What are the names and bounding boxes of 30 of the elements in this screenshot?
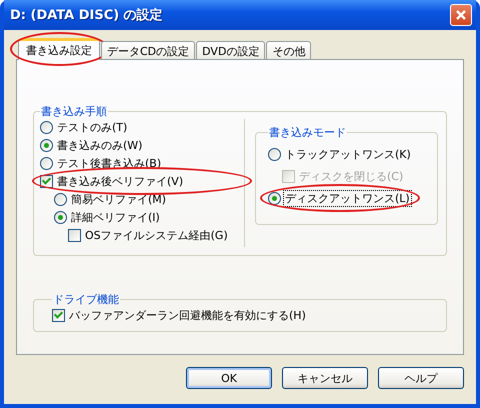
tab[interactable]: その他 <box>266 41 312 60</box>
group-title: 書き込み手順 <box>40 104 108 119</box>
group-title: 書き込みモード <box>268 125 347 140</box>
radio-button[interactable]: トラックアットワンス(K) <box>268 146 412 162</box>
radio-button[interactable]: テストのみ(T) <box>40 119 244 135</box>
checkbox-label: 書き込み後ベリファイ(V) <box>56 174 184 188</box>
checkbox[interactable]: 書き込み後ベリファイ(V) <box>40 173 184 189</box>
radio-label: 簡易ベリファイ(M) <box>70 192 168 206</box>
close-icon <box>455 9 467 21</box>
tab[interactable]: 書き込み設定 <box>18 38 100 60</box>
checkbox[interactable]: OSファイルシステム経由(G) <box>68 227 244 243</box>
radio-button[interactable]: ディスクアットワンス(L) <box>268 190 411 206</box>
radio-label: トラックアットワンス(K) <box>284 146 412 162</box>
tab[interactable]: DVDの設定 <box>196 41 266 60</box>
dialog-button[interactable]: ヘルプ <box>378 367 464 389</box>
radio-button[interactable]: 詳細ベリファイ(I) <box>54 209 244 225</box>
dialog-button[interactable]: OK <box>186 367 272 389</box>
close-button[interactable] <box>450 4 472 26</box>
group-title: ドライブ機能 <box>52 292 120 307</box>
radio-label: 詳細ベリファイ(I) <box>70 210 161 224</box>
window-title: D: (DATA DISC) の設定 <box>10 6 163 24</box>
dialog-button[interactable]: キャンセル <box>282 367 368 389</box>
checkbox-label: ディスクを閉じる(C) <box>298 168 404 184</box>
checkbox-label: OSファイルシステム経由(G) <box>84 228 229 242</box>
tab[interactable]: データCDの設定 <box>101 41 196 60</box>
radio-button[interactable]: 簡易ベリファイ(M) <box>54 191 244 207</box>
radio-label: ディスクアットワンス(L) <box>284 190 411 206</box>
radio-label: テストのみ(T) <box>56 120 128 134</box>
radio-button[interactable]: 書き込みのみ(W) <box>40 137 244 153</box>
radio-label: 書き込みのみ(W) <box>56 138 144 152</box>
